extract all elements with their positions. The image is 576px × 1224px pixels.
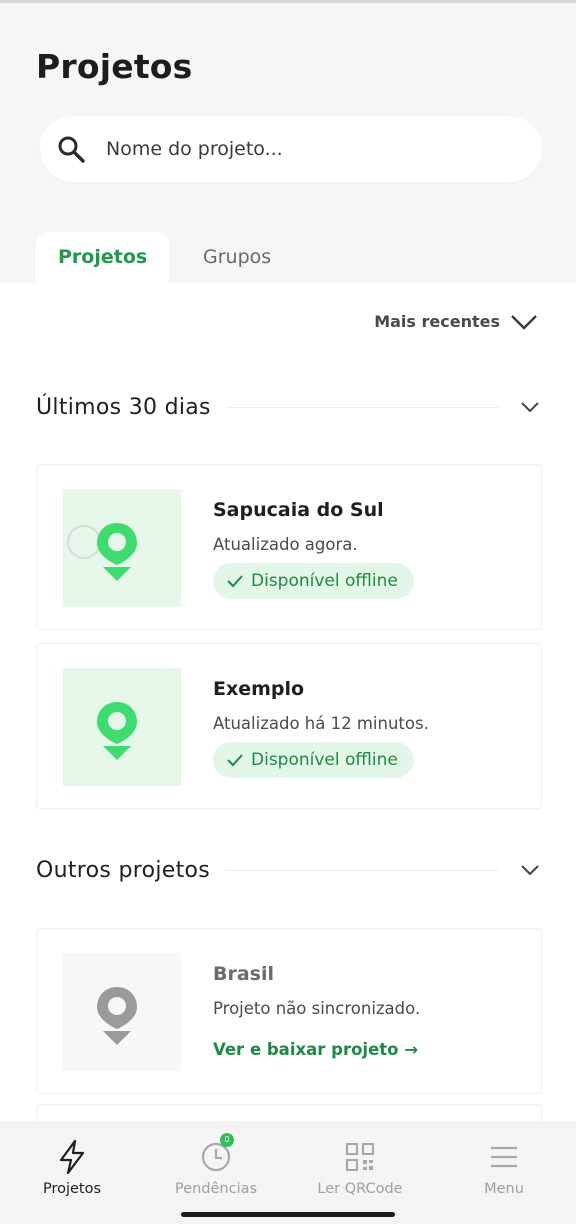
header: Projetos Projetos Grupos [0, 3, 576, 286]
pending-count-badge: 0 [220, 1133, 234, 1147]
check-icon [227, 575, 243, 588]
offline-badge-label: Disponível offline [251, 750, 398, 770]
chevron-down-icon[interactable] [520, 401, 540, 413]
nav-label: Menu [484, 1181, 524, 1197]
bottom-nav: Projetos 0 Pendências Ler QRCode Menu [0, 1122, 576, 1224]
project-card[interactable]: Brasil Projeto não sincronizado. Ver e b… [36, 928, 542, 1094]
offline-badge-label: Disponível offline [251, 571, 398, 591]
search-icon [58, 136, 85, 163]
project-card[interactable]: Sapucaia do Sul Atualizado agora. Dispon… [36, 464, 542, 630]
offline-badge: Disponível offline [213, 742, 414, 778]
section-divider [226, 406, 498, 408]
project-status: Atualizado há 12 minutos. [213, 714, 429, 733]
map-pin-icon [97, 523, 137, 581]
nav-menu[interactable]: Menu [432, 1123, 576, 1213]
project-card[interactable]: Exemplo Atualizado há 12 minutos. Dispon… [36, 643, 542, 809]
sort-label: Mais recentes [374, 312, 500, 331]
tab-grupos[interactable]: Grupos [181, 232, 293, 286]
home-indicator [181, 1212, 395, 1217]
view-download-link[interactable]: Ver e baixar projeto → [213, 1040, 418, 1059]
project-name: Brasil [213, 963, 275, 985]
tab-projetos[interactable]: Projetos [36, 232, 169, 286]
page-title: Projetos [36, 47, 193, 86]
lightning-icon [59, 1139, 85, 1175]
project-name: Exemplo [213, 678, 305, 700]
nav-label: Ler QRCode [317, 1181, 403, 1197]
project-thumbnail [63, 668, 181, 786]
section-divider [226, 869, 498, 871]
map-pin-icon [97, 987, 137, 1045]
qrcode-icon [346, 1143, 374, 1171]
nav-pendencias[interactable]: 0 Pendências [144, 1123, 288, 1213]
project-thumbnail [63, 953, 181, 1071]
section-header-recent[interactable]: Últimos 30 dias [36, 391, 540, 423]
nav-ler-qrcode[interactable]: Ler QRCode [288, 1123, 432, 1213]
offline-badge: Disponível offline [213, 563, 414, 599]
project-status: Atualizado agora. [213, 535, 358, 554]
map-pin-icon [97, 702, 137, 760]
nav-projetos[interactable]: Projetos [0, 1123, 144, 1213]
chevron-down-icon[interactable] [520, 864, 540, 876]
project-thumbnail [63, 489, 181, 607]
hamburger-menu-icon [491, 1146, 517, 1168]
search-bar[interactable] [40, 116, 542, 182]
nav-label: Projetos [42, 1181, 102, 1197]
nav-label: Pendências [174, 1181, 258, 1197]
check-icon [227, 754, 243, 767]
section-title: Outros projetos [36, 857, 211, 883]
section-header-other[interactable]: Outros projetos [36, 854, 540, 886]
section-title: Últimos 30 dias [36, 394, 211, 420]
chevron-down-icon [511, 314, 537, 330]
search-input[interactable] [106, 130, 526, 168]
sort-dropdown[interactable]: Mais recentes [374, 312, 538, 331]
project-status: Projeto não sincronizado. [213, 999, 421, 1018]
project-name: Sapucaia do Sul [213, 499, 384, 521]
